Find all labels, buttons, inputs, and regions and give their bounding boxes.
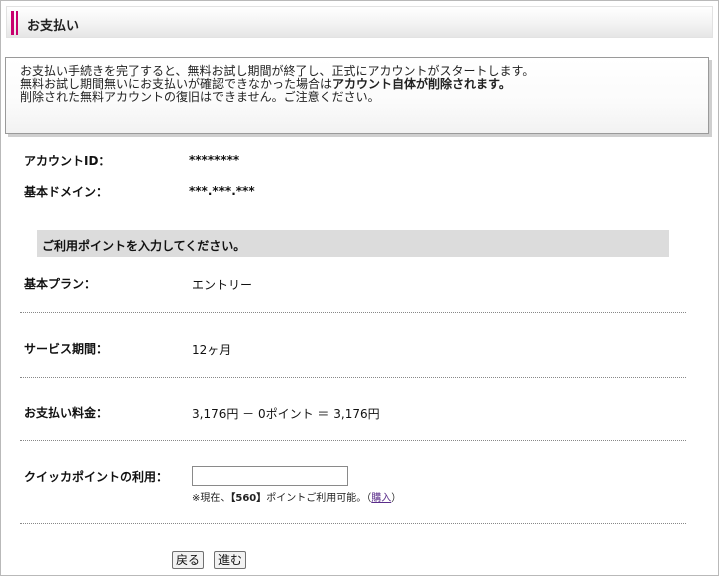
divider — [20, 440, 686, 441]
next-button[interactable]: 進む — [214, 551, 247, 569]
points-available-note: ※現在、【560】ポイントご利用可能。（購入） — [192, 489, 401, 504]
notice-line-2-warning: アカウント自体が削除されます。 — [332, 77, 511, 91]
points-section-title: ご利用ポイントを入力してください。 — [42, 239, 246, 253]
header-accent-bar — [11, 11, 14, 35]
back-button[interactable]: 戻る — [172, 551, 205, 569]
base-domain-label: 基本ドメイン： — [24, 185, 109, 199]
header-accent-bar-thin — [16, 11, 18, 35]
payment-fee-label: お支払い料金： — [24, 406, 109, 420]
service-period-label: サービス期間： — [24, 342, 109, 356]
notice-box: お支払い手続きを完了すると、無料お試し期間が終了し、正式にアカウントがスタートし… — [5, 57, 709, 134]
account-id-label: アカウントID： — [24, 154, 111, 168]
quicca-points-label: クイッカポイントの利用： — [24, 470, 169, 484]
plan-value: エントリー — [192, 278, 253, 292]
base-domain-value: ***.***.*** — [189, 184, 255, 198]
available-points: 【560】 — [230, 493, 267, 504]
points-note-prefix: ※現在、 — [192, 493, 231, 504]
points-section-bar: ご利用ポイントを入力してください。 — [37, 230, 669, 257]
points-note-suffix: ポイントご利用可能。（ — [266, 493, 372, 504]
purchase-points-link[interactable]: 購入 — [371, 493, 391, 504]
plan-label: 基本プラン： — [24, 277, 97, 291]
service-period-value: 12ヶ月 — [192, 343, 232, 357]
divider — [20, 377, 686, 378]
payment-fee-value: 3,176円 － 0ポイント ＝ 3,176円 — [192, 407, 380, 421]
notice-line-2-text: 無料お試し期間無いにお支払いが確認できなかった場合は — [20, 77, 333, 91]
notice-line-3: 削除された無料アカウントの復旧はできません。ご注意ください。 — [20, 90, 380, 104]
account-id-value: ******** — [189, 153, 240, 167]
page-header: お支払い — [6, 6, 713, 38]
points-note-close: ） — [391, 493, 402, 504]
divider — [20, 312, 686, 313]
notice-box-wrapper: お支払い手続きを完了すると、無料お試し期間が終了し、正式にアカウントがスタートし… — [5, 57, 713, 137]
divider — [20, 523, 686, 524]
page-title: お支払い — [27, 19, 80, 34]
quicca-points-input[interactable] — [192, 466, 348, 486]
